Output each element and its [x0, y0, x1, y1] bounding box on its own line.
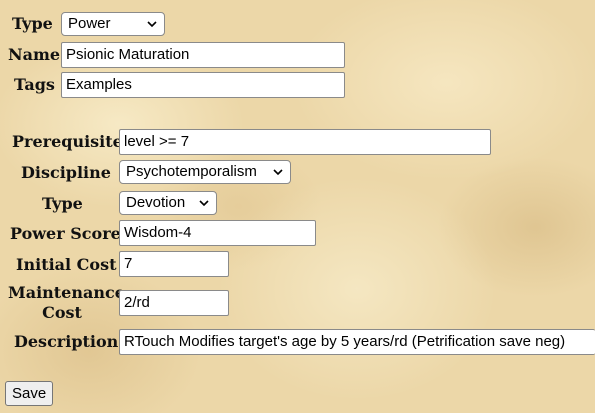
power-score-input[interactable]: Wisdom-4 [119, 220, 316, 246]
maintenance-cost-label-line1: Maintenance [8, 283, 125, 302]
power-type-select[interactable]: Devotion [119, 191, 217, 215]
chevron-down-icon [147, 21, 157, 28]
type-select-value: Power [68, 15, 111, 32]
tags-input[interactable]: Examples [61, 72, 345, 98]
description-label: Description [14, 332, 119, 351]
chevron-down-icon [199, 200, 209, 207]
initial-cost-label: Initial Cost [16, 255, 117, 274]
maintenance-cost-label-line2: Cost [42, 303, 82, 322]
maintenance-cost-input[interactable]: 2/rd [119, 290, 229, 316]
power-type-label: Type [42, 194, 83, 213]
discipline-select[interactable]: Psychotemporalism [119, 160, 291, 184]
prerequisite-label: Prerequisite [12, 132, 123, 151]
prerequisite-input[interactable]: level >= 7 [119, 129, 491, 155]
discipline-label: Discipline [21, 163, 111, 182]
description-input[interactable]: RTouch Modifies target's age by 5 years/… [119, 329, 595, 355]
tags-label: Tags [14, 75, 55, 94]
save-button[interactable]: Save [5, 381, 54, 406]
maintenance-cost-label: Maintenance Cost [8, 283, 125, 323]
chevron-down-icon [273, 169, 283, 176]
type-select[interactable]: Power [61, 12, 165, 36]
type-label: Type [12, 14, 53, 33]
power-type-select-value: Devotion [126, 194, 186, 211]
name-label: Name [8, 45, 61, 64]
initial-cost-input[interactable]: 7 [119, 251, 229, 277]
name-input[interactable]: Psionic Maturation [61, 42, 345, 68]
discipline-select-value: Psychotemporalism [126, 163, 257, 180]
power-score-label: Power Score [10, 224, 121, 243]
